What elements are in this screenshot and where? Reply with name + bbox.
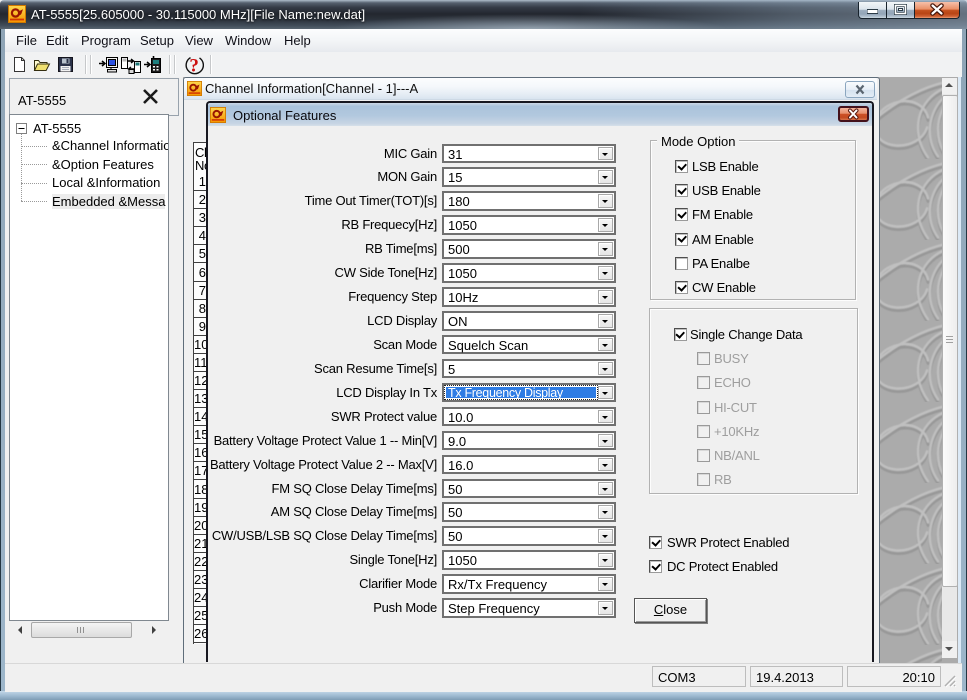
svg-text:?: ? [189, 56, 199, 75]
